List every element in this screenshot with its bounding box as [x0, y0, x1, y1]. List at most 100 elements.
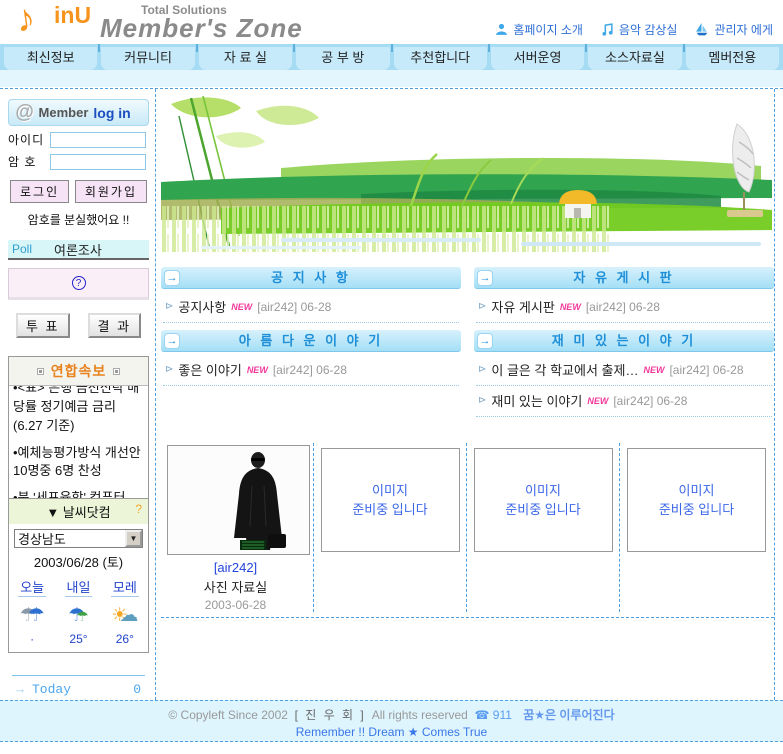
nav-tab-latest[interactable]: 최신정보 — [4, 47, 97, 70]
member-word: Member — [39, 105, 89, 120]
square-bullet-icon — [113, 368, 120, 375]
lost-password-link[interactable]: 암호를 분실했어요 !! — [8, 211, 149, 228]
page: ♪ inU Total Solutions Member's Zone 홈페이지… — [0, 0, 783, 754]
post-title[interactable]: 재미 있는 이야기 — [491, 391, 582, 410]
utility-links: 홈페이지 소개 음악 감상실 관리자 에게 — [495, 21, 773, 38]
region-select[interactable]: 경상남도 ▼ — [14, 529, 143, 548]
news-item[interactable]: •북 '세포융합' 컴퓨터 — [13, 489, 144, 498]
image-placeholder: 이미지 준비중 입니다 — [321, 448, 460, 552]
join-button[interactable]: 회원가입 — [75, 180, 147, 203]
music-icon — [601, 23, 614, 36]
person-icon — [495, 23, 508, 36]
forecast-label: 모레 — [111, 577, 139, 597]
nav-tab-archive[interactable]: 자 료 실 — [199, 47, 292, 70]
gallery-cell-placeholder: 이미지 준비중 입니다 — [314, 443, 467, 612]
forecast-temp: 26° — [102, 632, 148, 646]
post-title[interactable]: 공지사항 — [178, 297, 226, 316]
broken-image-icon: ? — [72, 276, 86, 290]
board-title[interactable]: 공 지 사 항 — [271, 270, 351, 285]
logo-brand[interactable]: inU — [54, 2, 91, 29]
forecast-label: 오늘 — [18, 577, 46, 597]
link-label: 홈페이지 소개 — [513, 21, 583, 38]
login-button[interactable]: 로그인 — [10, 180, 69, 203]
board-title[interactable]: 아 름 다 운 이 야 기 — [239, 333, 383, 348]
post-title[interactable]: 이 글은 각 학교에서 출제… — [491, 360, 638, 379]
gallery-cell-placeholder: 이미지 준비중 입니다 — [467, 443, 620, 612]
club-name: [ 진 우 회 ] — [295, 708, 366, 722]
result-button[interactable]: 결 과 — [88, 313, 142, 338]
footer-line1: © Copyleft Since 2002 [ 진 우 회 ] All righ… — [0, 706, 783, 723]
board-post-row: ⊳ 이 글은 각 학교에서 출제… NEW [air242] 06-28 — [476, 355, 772, 386]
weather-forecast: 오늘 ☂☂ · 내일 ☂☂ 25° 모레 ☀☁ — [9, 577, 148, 646]
nav-tab-member[interactable]: 멤버전용 — [686, 47, 779, 70]
new-badge: NEW — [231, 302, 252, 312]
go-arrow-icon[interactable]: → — [164, 270, 180, 286]
login-buttons: 로그인 회원가입 — [8, 180, 149, 203]
photo-author[interactable]: [air242] — [161, 560, 310, 575]
board-funny-story: → 재 미 있 는 이 야 기 ⊳ 이 글은 각 학교에서 출제… NEW [a… — [474, 330, 774, 417]
nav-tab-recommend[interactable]: 추천합니다 — [394, 47, 487, 70]
post-meta: [air242] 06-28 — [273, 363, 347, 377]
poll-word: Poll — [12, 242, 32, 256]
go-arrow-icon[interactable]: → — [164, 333, 180, 349]
board-title[interactable]: 재 미 있 는 이 야 기 — [552, 333, 696, 348]
photo-caption: [air242] 사진 자료실 2003-06-28 — [161, 560, 310, 612]
rain-umbrella-icon: ☂☂ — [9, 601, 55, 631]
footer-slogan: 꿈★은 이루어진다 — [523, 708, 614, 722]
board-header: → 재 미 있 는 이 야 기 — [474, 330, 774, 352]
new-badge: NEW — [587, 396, 608, 406]
board-header: → 공 지 사 항 — [161, 267, 461, 289]
pw-input[interactable] — [50, 154, 146, 170]
board-header: → 자 유 게 시 판 — [474, 267, 774, 289]
weather-title: ▼ 날씨닷컴 — [46, 505, 110, 520]
news-item[interactable]: •<표> 은행 금전신탁 배당률 정기예금 금리(6.27 기준) — [13, 386, 144, 436]
image-placeholder: 이미지 준비중 입니다 — [627, 448, 766, 552]
vote-button[interactable]: 투 표 — [16, 313, 70, 338]
nav-tab-study[interactable]: 공 부 방 — [296, 47, 389, 70]
post-title[interactable]: 좋은 이야기 — [178, 360, 241, 379]
post-meta: [air242] 06-28 — [257, 300, 331, 314]
link-to-admin[interactable]: 관리자 에게 — [695, 21, 773, 38]
id-input[interactable] — [50, 132, 146, 148]
go-arrow-icon[interactable]: → — [477, 333, 493, 349]
counter-value: 0 — [133, 682, 141, 698]
forecast-tomorrow: 내일 ☂☂ 25° — [55, 577, 101, 646]
placeholder-text: 준비중 입니다 — [505, 500, 580, 520]
gallery-photo[interactable] — [167, 445, 310, 555]
post-meta: [air242] 06-28 — [586, 300, 660, 314]
matrix-photo — [168, 446, 310, 555]
banner-illustration — [161, 96, 772, 252]
id-field-row: 아이디 — [8, 131, 149, 148]
link-site-intro[interactable]: 홈페이지 소개 — [495, 21, 583, 38]
board-header: → 아 름 다 운 이 야 기 — [161, 330, 461, 352]
counter-label: Today — [32, 682, 133, 698]
gallery-cell-placeholder: 이미지 준비중 입니다 — [620, 443, 773, 612]
umbrella-icon: ☂☂ — [55, 601, 101, 631]
board-title[interactable]: 자 유 게 시 판 — [573, 270, 674, 285]
pw-label: 암 호 — [8, 153, 50, 170]
chevron-down-icon[interactable]: ▼ — [125, 530, 142, 547]
square-bullet-icon — [37, 368, 44, 375]
gallery-cell-photo: [air242] 사진 자료실 2003-06-28 — [161, 443, 314, 612]
poll-header: Poll 여론조사 — [8, 240, 149, 260]
at-icon: @ — [15, 102, 34, 124]
counter-row-today: → Today 0 — [16, 682, 141, 698]
nav-tab-server[interactable]: 서버운영 — [491, 47, 584, 70]
link-music-room[interactable]: 음악 감상실 — [601, 21, 678, 38]
footer-line2: Remember !! Dream ★ Comes True — [0, 725, 783, 739]
board-notice: → 공 지 사 항 ⊳ 공지사항 NEW [air242] 06-28 — [161, 267, 461, 323]
sailboat-icon — [695, 23, 709, 36]
link-label: 관리자 에게 — [714, 21, 773, 38]
help-icon[interactable]: ? — [135, 502, 142, 516]
board-post-row: ⊳ 공지사항 NEW [air242] 06-28 — [163, 292, 459, 323]
nav-substrip — [0, 70, 783, 87]
post-bullet-icon: ⊳ — [165, 301, 173, 312]
board-grid: → 공 지 사 항 ⊳ 공지사항 NEW [air242] 06-28 → 자 … — [161, 267, 774, 417]
post-title[interactable]: 자유 게시판 — [491, 297, 554, 316]
news-item[interactable]: •예체능평가방식 개선안 10명중 6명 찬성 — [13, 444, 144, 482]
news-header: 연합속보 — [9, 357, 148, 386]
nav-tab-community[interactable]: 커뮤니티 — [101, 47, 194, 70]
poll-title: 여론조사 — [54, 240, 102, 259]
go-arrow-icon[interactable]: → — [477, 270, 493, 286]
nav-tab-source[interactable]: 소스자료실 — [588, 47, 681, 70]
